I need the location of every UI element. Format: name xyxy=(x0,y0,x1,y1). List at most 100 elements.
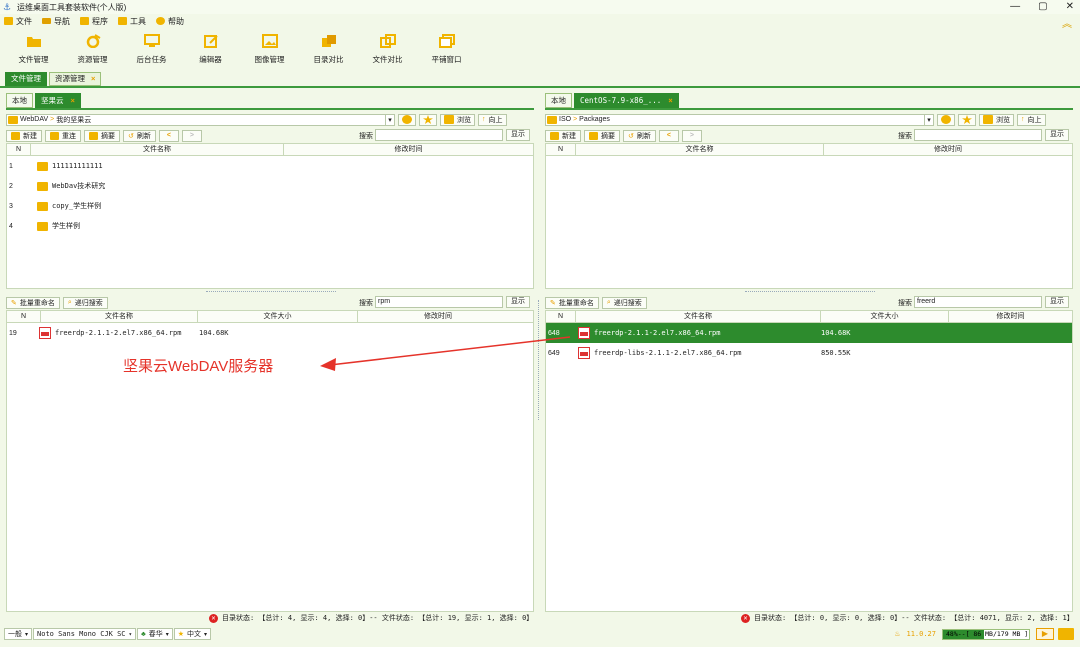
menu-file[interactable]: 文件 xyxy=(4,16,32,27)
summary-button[interactable]: 摘要 xyxy=(84,129,120,142)
collapse-ribbon-icon[interactable]: ︽ xyxy=(1062,15,1072,30)
toolbar-editor[interactable]: 编辑器 xyxy=(181,30,240,70)
menu-help[interactable]: 帮助 xyxy=(156,16,184,27)
toolbar-file-manager[interactable]: 文件管理 xyxy=(4,30,63,70)
col-mtime[interactable]: 修改时间 xyxy=(949,311,1072,322)
col-size[interactable]: 文件大小 xyxy=(198,311,358,322)
mode-select[interactable]: 一般 ▾ xyxy=(4,628,33,640)
summary-button[interactable]: 摘要 xyxy=(584,129,620,142)
col-n[interactable]: N xyxy=(546,311,576,322)
path-sub[interactable]: Packages xyxy=(579,116,610,123)
col-n[interactable]: N xyxy=(7,144,31,155)
close-tab-icon[interactable]: × xyxy=(71,93,75,108)
path-root[interactable]: WebDAV xyxy=(20,116,48,123)
col-mtime[interactable]: 修改时间 xyxy=(284,144,533,155)
up-button[interactable]: ↑ 向上 xyxy=(1017,113,1046,126)
col-name[interactable]: 文件名称 xyxy=(576,311,821,322)
col-mtime[interactable]: 修改时间 xyxy=(824,144,1072,155)
path-separator-icon: > xyxy=(573,116,578,123)
toolbar-image-manager[interactable]: 图像管理 xyxy=(240,30,299,70)
tab-local[interactable]: 本地 xyxy=(545,93,572,108)
batch-rename-button[interactable]: ✎ 批量重命名 xyxy=(545,296,599,309)
toolbar-file-compare[interactable]: 文件对比 xyxy=(358,30,417,70)
minimize-button[interactable]: — xyxy=(1010,0,1020,14)
up-button[interactable]: ↑ 向上 xyxy=(478,113,507,126)
deep-search-button[interactable]: ⌕ 递归搜索 xyxy=(601,296,647,309)
play-button[interactable]: ▶ xyxy=(1036,628,1054,640)
tab-resource-manager[interactable]: 资源管理 × xyxy=(49,72,102,86)
path-root[interactable]: ISO xyxy=(559,116,571,123)
search-input[interactable] xyxy=(914,129,1042,141)
new-button[interactable]: 新建 xyxy=(6,129,42,142)
search-input[interactable]: rpm xyxy=(375,296,503,308)
list-item[interactable]: 3 copy_学生样例 xyxy=(7,196,533,216)
show-button[interactable]: 显示 xyxy=(506,296,530,308)
toolbar-resource-manager[interactable]: 资源管理 xyxy=(63,30,122,70)
browse-button[interactable]: 浏览 xyxy=(440,113,475,126)
file-menu-icon xyxy=(4,17,13,25)
forward-button[interactable]: > xyxy=(181,129,202,142)
app-logo-icon: ⚓ xyxy=(3,2,12,12)
refresh-button[interactable]: ↺ 刷新 xyxy=(123,129,156,142)
path-dropdown-icon[interactable]: ▾ xyxy=(386,113,395,126)
show-button[interactable]: 显示 xyxy=(506,129,530,141)
close-tab-icon[interactable]: × xyxy=(91,72,95,86)
show-button[interactable]: 显示 xyxy=(1045,296,1069,308)
list-item[interactable]: 4 学生样例 xyxy=(7,216,533,236)
new-button[interactable]: 新建 xyxy=(545,129,581,142)
menu-program[interactable]: 程序 xyxy=(80,16,108,27)
tab-local[interactable]: 本地 xyxy=(6,93,33,108)
search-input[interactable]: freerd xyxy=(914,296,1042,308)
tab-file-manager[interactable]: 文件管理 xyxy=(5,72,47,86)
forward-button[interactable]: > xyxy=(681,129,702,142)
language-select[interactable]: ★ 中文 ▾ xyxy=(173,628,212,640)
batch-rename-button[interactable]: ✎ 批量重命名 xyxy=(6,296,60,309)
tab-centos-iso[interactable]: CentOS-7.9-x86_... × xyxy=(574,93,679,108)
favorite-button[interactable] xyxy=(958,113,976,126)
splitter-handle[interactable] xyxy=(745,291,875,294)
path-bar: ISO > Packages ▾ 浏览 ↑ 向上 xyxy=(545,113,1073,126)
tab-jianguoyun[interactable]: 坚果云 × xyxy=(35,93,81,108)
path-input[interactable]: WebDAV > 我的坚果云 xyxy=(6,113,386,126)
path-input[interactable]: ISO > Packages xyxy=(545,113,925,126)
reconnect-button[interactable]: 重连 xyxy=(45,129,81,142)
toolbar-dir-compare[interactable]: 目录对比 xyxy=(299,30,358,70)
path-bar: WebDAV > 我的坚果云 ▾ 浏览 ↑ 向上 xyxy=(6,113,534,126)
menu-nav[interactable]: 导航 xyxy=(42,16,70,27)
trash-icon[interactable] xyxy=(1058,628,1074,640)
col-name[interactable]: 文件名称 xyxy=(41,311,198,322)
favorite-button[interactable] xyxy=(419,113,437,126)
path-sub[interactable]: 我的坚果云 xyxy=(56,115,91,125)
browse-button[interactable]: 浏览 xyxy=(979,113,1014,126)
refresh-button[interactable]: ↺ 刷新 xyxy=(623,129,656,142)
col-size[interactable]: 文件大小 xyxy=(821,311,949,322)
table-row[interactable]: 19 freerdp-2.1.1-2.el7.x86_64.rpm 104.68K xyxy=(7,323,533,343)
col-name[interactable]: 文件名称 xyxy=(576,144,824,155)
font-select[interactable]: Noto Sans Mono CJK SC ▾ xyxy=(33,628,137,640)
table-row[interactable]: 649 freerdp-libs-2.1.1-2.el7.x86_64.rpm 85… xyxy=(546,343,1072,363)
go-button[interactable] xyxy=(937,113,955,126)
menu-tools[interactable]: 工具 xyxy=(118,16,146,27)
splitter-handle[interactable] xyxy=(206,291,336,294)
table-row-selected[interactable]: 648 freerdp-2.1.1-2.el7.x86_64.rpm 104.68K xyxy=(546,323,1072,343)
close-tab-icon[interactable]: × xyxy=(668,93,673,108)
theme-select[interactable]: ♣ 春华 ▾ xyxy=(137,628,173,640)
path-dropdown-icon[interactable]: ▾ xyxy=(925,113,934,126)
col-mtime[interactable]: 修改时间 xyxy=(358,311,518,322)
close-button[interactable]: ✕ xyxy=(1066,0,1074,14)
col-n[interactable]: N xyxy=(7,311,41,322)
back-button[interactable]: < xyxy=(158,129,179,142)
go-button[interactable] xyxy=(398,113,416,126)
list-item[interactable]: 2 WebDav技术研究 xyxy=(7,176,533,196)
deep-search-button[interactable]: ⌕ 递归搜索 xyxy=(62,296,108,309)
pane-splitter[interactable] xyxy=(538,300,541,420)
maximize-button[interactable]: ▢ xyxy=(1038,0,1047,14)
back-button[interactable]: < xyxy=(658,129,679,142)
toolbar-background-tasks[interactable]: 后台任务 xyxy=(122,30,181,70)
col-name[interactable]: 文件名称 xyxy=(31,144,284,155)
search-input[interactable] xyxy=(375,129,503,141)
col-n[interactable]: N xyxy=(546,144,576,155)
list-item[interactable]: 1 111111111111 xyxy=(7,156,533,176)
toolbar-tile-window[interactable]: 平铺窗口 xyxy=(417,30,476,70)
show-button[interactable]: 显示 xyxy=(1045,129,1069,141)
